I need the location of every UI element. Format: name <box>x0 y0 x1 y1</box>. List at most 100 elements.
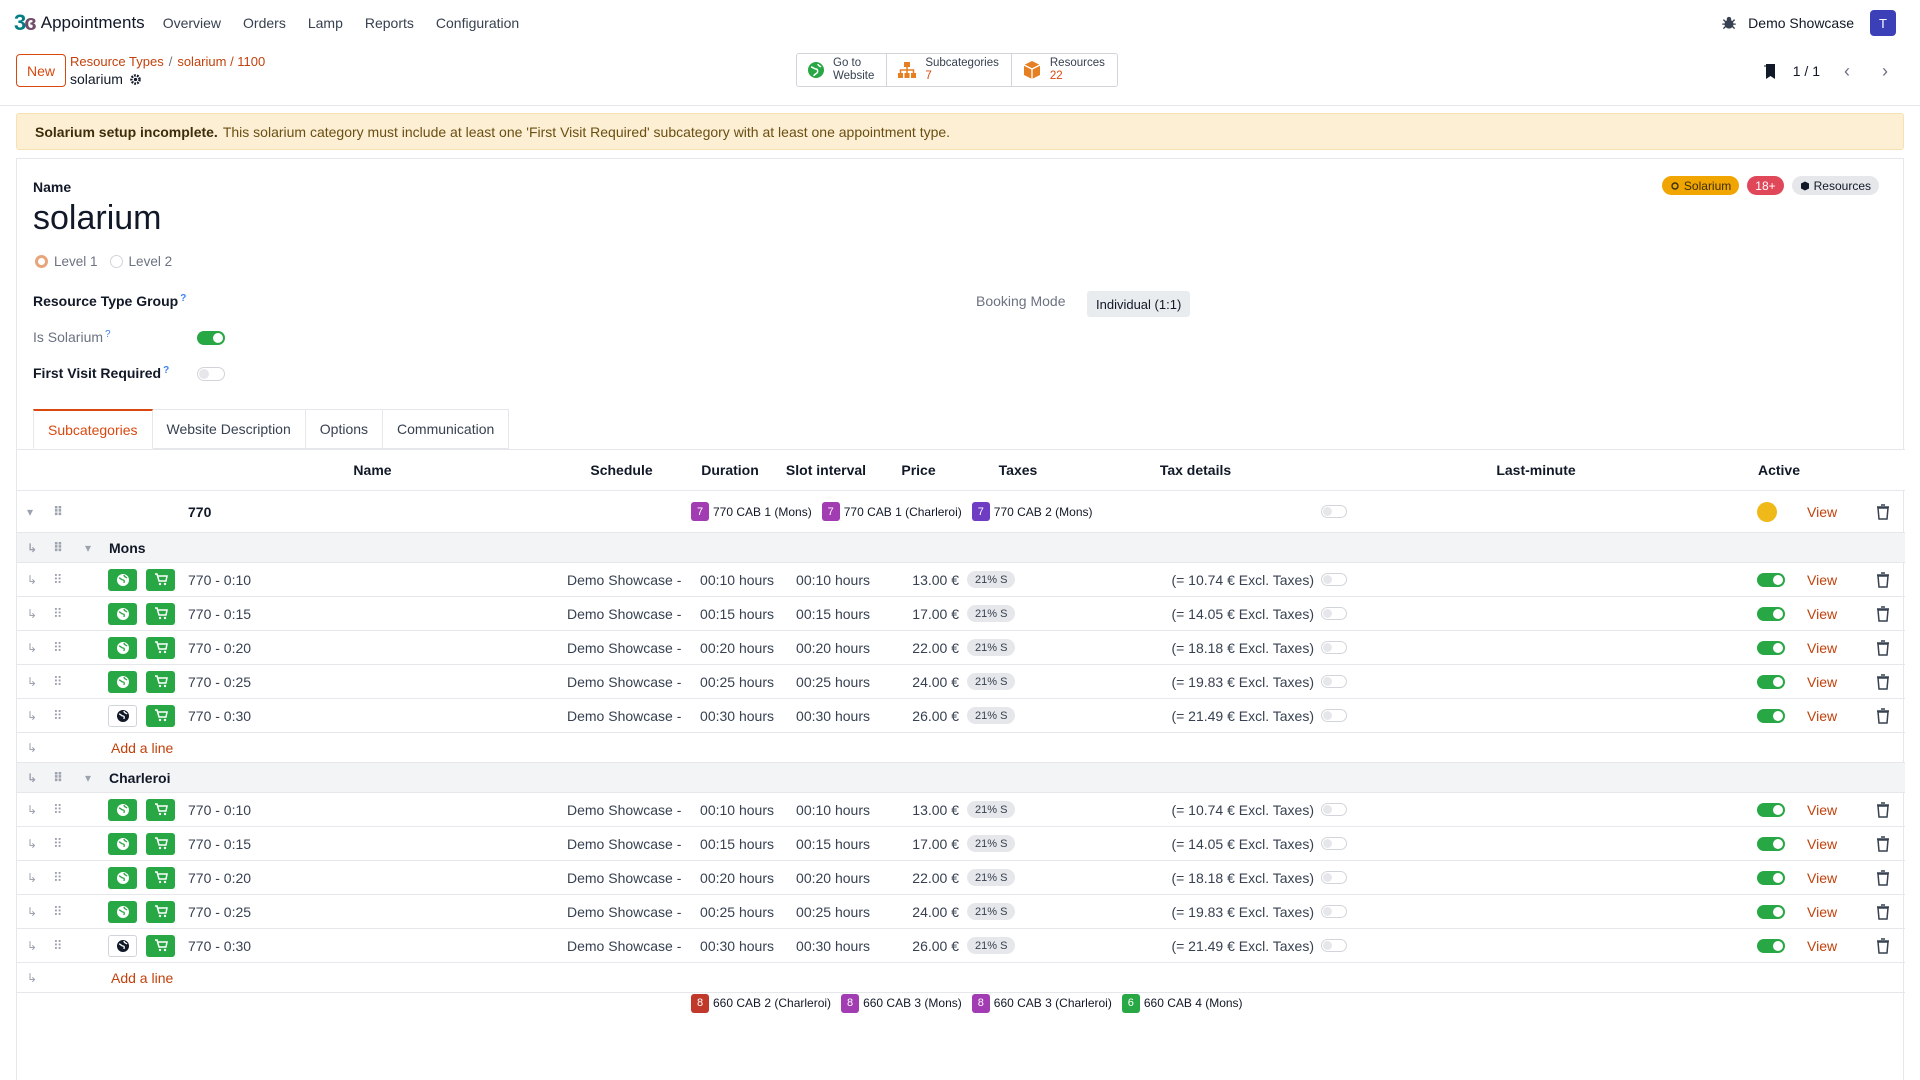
menu-reports[interactable]: Reports <box>365 15 414 31</box>
row-slot-interval[interactable]: 00:25 hours <box>778 895 870 928</box>
view-button[interactable]: View <box>1807 827 1837 860</box>
col-slot-interval[interactable]: Slot interval <box>778 450 874 490</box>
row-name[interactable]: 770 - 0:20 <box>188 861 251 894</box>
view-button[interactable]: View <box>1807 563 1837 596</box>
breadcrumb-resource-types[interactable]: Resource Types <box>70 54 164 69</box>
resource-tag[interactable]: 8 660 CAB 3 (Mons) <box>841 993 962 1013</box>
is-solarium-toggle[interactable] <box>197 331 225 345</box>
section-row[interactable]: ↳ ⠿ ▾ Charleroi <box>17 763 1905 793</box>
shop-button[interactable] <box>146 861 175 894</box>
booking-mode-value[interactable]: Individual (1:1) <box>1087 291 1191 317</box>
row-schedule[interactable]: Demo Showcase - <box>567 793 681 826</box>
shop-button[interactable] <box>146 827 175 860</box>
drag-handle-icon[interactable]: ⠿ <box>53 763 63 792</box>
tax-tag[interactable]: 21% S <box>967 631 1016 664</box>
row-price[interactable]: 13.00 € <box>874 563 959 596</box>
delete-icon[interactable] <box>1876 793 1890 826</box>
delete-icon[interactable] <box>1876 895 1890 928</box>
drag-handle-icon[interactable]: ⠿ <box>53 699 62 732</box>
solarium-badge[interactable]: Solarium <box>1661 176 1740 195</box>
row-duration[interactable]: 00:25 hours <box>682 665 774 698</box>
gear-icon[interactable] <box>129 73 142 86</box>
row-schedule[interactable]: Demo Showcase - <box>567 563 681 596</box>
delete-icon[interactable] <box>1876 491 1890 532</box>
row-slot-interval[interactable]: 00:10 hours <box>778 563 870 596</box>
delete-icon[interactable] <box>1876 861 1890 894</box>
tax-tag[interactable]: 21% S <box>967 929 1016 962</box>
pager-next-icon[interactable]: › <box>1874 60 1896 82</box>
view-button[interactable]: View <box>1807 929 1837 962</box>
shop-button[interactable] <box>146 793 175 826</box>
table-row[interactable]: ↳ ⠿ 770 - 0:30 Demo Showcase -00:30 hours 00… <box>17 929 1905 963</box>
row-price[interactable]: 24.00 € <box>874 895 959 928</box>
last-minute-toggle[interactable] <box>1321 793 1347 826</box>
website-publish-button[interactable] <box>108 827 137 860</box>
debug-bug-icon[interactable] <box>1720 14 1738 32</box>
resource-tag[interactable]: 7 770 CAB 1 (Mons) <box>691 502 812 521</box>
website-publish-button[interactable] <box>108 597 137 630</box>
col-taxes[interactable]: Taxes <box>963 450 1073 490</box>
last-minute-toggle[interactable] <box>1321 929 1347 962</box>
col-duration[interactable]: Duration <box>682 450 778 490</box>
table-row[interactable]: ↳ ⠿ 770 - 0:10 Demo Showcase -00:10 hours 00… <box>17 563 1905 597</box>
website-publish-button[interactable] <box>108 929 137 962</box>
row-slot-interval[interactable]: 00:30 hours <box>778 929 870 962</box>
row-schedule[interactable]: Demo Showcase - <box>567 827 681 860</box>
last-minute-toggle[interactable] <box>1321 861 1347 894</box>
pager-value[interactable]: 1 / 1 <box>1793 63 1820 79</box>
last-minute-toggle[interactable] <box>1321 699 1347 732</box>
active-toggle[interactable] <box>1757 699 1785 732</box>
last-minute-toggle[interactable] <box>1321 597 1347 630</box>
subcategories-button[interactable]: Subcategories 7 <box>887 54 1012 86</box>
level-1-radio[interactable] <box>35 255 48 268</box>
website-publish-button[interactable] <box>108 861 137 894</box>
row-price[interactable]: 13.00 € <box>874 793 959 826</box>
shop-button[interactable] <box>146 563 175 596</box>
table-row[interactable]: ↳ ⠿ 770 - 0:20 Demo Showcase -00:20 hours 00… <box>17 861 1905 895</box>
drag-handle-icon[interactable]: ⠿ <box>53 929 62 962</box>
row-schedule[interactable]: Demo Showcase - <box>567 631 681 664</box>
user-avatar[interactable]: T <box>1870 10 1896 36</box>
active-toggle[interactable] <box>1757 563 1785 596</box>
row-duration[interactable]: 00:15 hours <box>682 597 774 630</box>
menu-orders[interactable]: Orders <box>243 15 286 31</box>
drag-handle-icon[interactable]: ⠿ <box>53 597 62 630</box>
active-toggle[interactable] <box>1757 929 1785 962</box>
col-active[interactable]: Active <box>1754 450 1804 490</box>
row-slot-interval[interactable]: 00:20 hours <box>778 861 870 894</box>
row-price[interactable]: 24.00 € <box>874 665 959 698</box>
tab-communication[interactable]: Communication <box>383 409 510 449</box>
last-minute-toggle[interactable] <box>1321 631 1347 664</box>
menu-lamp[interactable]: Lamp <box>308 15 343 31</box>
resource-tag[interactable]: 8 660 CAB 2 (Charleroi) <box>691 993 831 1013</box>
website-publish-button[interactable] <box>108 793 137 826</box>
collapse-icon[interactable]: ▾ <box>27 491 33 532</box>
delete-icon[interactable] <box>1876 597 1890 630</box>
help-icon[interactable]: ? <box>163 365 169 376</box>
last-minute-toggle[interactable] <box>1321 827 1347 860</box>
view-button[interactable]: View <box>1807 491 1837 532</box>
drag-handle-icon[interactable]: ⠿ <box>53 665 62 698</box>
row-schedule[interactable]: Demo Showcase - <box>567 597 681 630</box>
section-row[interactable]: ↳ ⠿ ▾ Mons <box>17 533 1905 563</box>
delete-icon[interactable] <box>1876 827 1890 860</box>
row-price[interactable]: 26.00 € <box>874 699 959 732</box>
row-duration[interactable]: 00:10 hours <box>682 793 774 826</box>
delete-icon[interactable] <box>1876 929 1890 962</box>
resources-badge[interactable]: Resources <box>1791 176 1879 195</box>
website-publish-button[interactable] <box>108 631 137 664</box>
active-toggle[interactable] <box>1757 665 1785 698</box>
row-name[interactable]: 770 - 0:15 <box>188 597 251 630</box>
tax-tag[interactable]: 21% S <box>967 793 1016 826</box>
resource-tag[interactable]: 7 770 CAB 1 (Charleroi) <box>821 502 962 521</box>
row-duration[interactable]: 00:20 hours <box>682 861 774 894</box>
age-badge[interactable]: 18+ <box>1747 176 1784 195</box>
last-minute-toggle[interactable] <box>1321 491 1347 532</box>
view-button[interactable]: View <box>1807 793 1837 826</box>
view-button[interactable]: View <box>1807 861 1837 894</box>
row-duration[interactable]: 00:30 hours <box>682 699 774 732</box>
tax-tag[interactable]: 21% S <box>967 827 1016 860</box>
tax-tag[interactable]: 21% S <box>967 861 1016 894</box>
shop-button[interactable] <box>146 597 175 630</box>
row-duration[interactable]: 00:10 hours <box>682 563 774 596</box>
